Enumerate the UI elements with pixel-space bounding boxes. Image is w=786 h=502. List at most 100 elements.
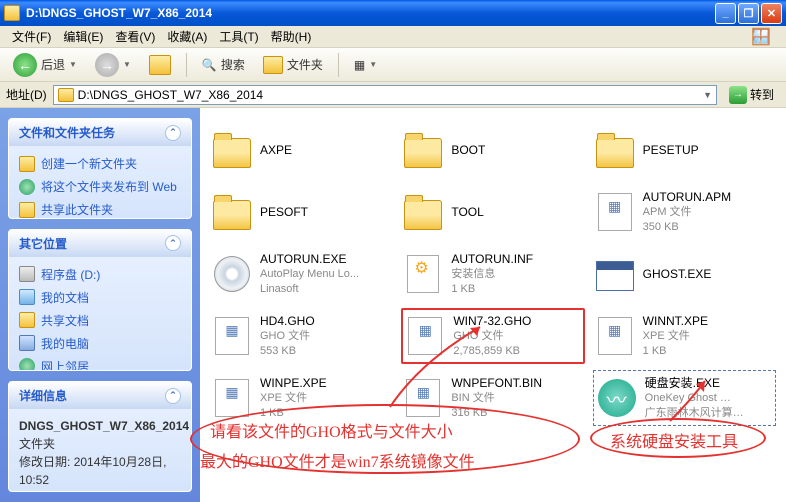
file-type: XPE 文件 xyxy=(643,329,708,344)
file-item[interactable]: 硬盘安装.EXEOneKey Ghost …广东雨林木风计算… xyxy=(593,370,776,426)
places-panel: 其它位置 ⌃ 程序盘 (D:) 我的文档 共享文档 我的电脑 网上邻居 xyxy=(8,229,192,372)
place-drive-d[interactable]: 程序盘 (D:) xyxy=(19,263,181,286)
file-size: 553 KB xyxy=(260,344,315,359)
file-item[interactable]: WNPEFONT.BINBIN 文件316 KB xyxy=(401,370,584,426)
go-button[interactable]: → 转到 xyxy=(723,84,780,106)
forward-icon: → xyxy=(95,53,119,77)
search-button[interactable]: 🔍 搜索 xyxy=(195,52,252,77)
places-panel-header[interactable]: 其它位置 ⌃ xyxy=(9,230,191,257)
file-item[interactable]: PESOFT xyxy=(210,184,393,240)
menu-view[interactable]: 查看(V) xyxy=(109,26,161,47)
place-my-computer[interactable]: 我的电脑 xyxy=(19,332,181,355)
address-label: 地址(D) xyxy=(6,86,47,103)
gho-icon xyxy=(595,316,635,356)
file-item[interactable]: PESETUP xyxy=(593,122,776,178)
file-list[interactable]: AXPE BOOT PESETUP PESOFTTOOLAUTORUN.APMAPM … xyxy=(200,108,786,502)
folder-icon xyxy=(19,156,35,172)
file-size: 广东雨林木风计算… xyxy=(645,406,744,421)
folder-up-icon xyxy=(149,55,171,75)
file-size: 350 KB xyxy=(643,220,731,235)
up-button[interactable] xyxy=(142,51,178,79)
views-button[interactable]: ▦ ▼ xyxy=(347,54,384,76)
chevron-down-icon: ▼ xyxy=(69,60,77,69)
file-item[interactable]: AUTORUN.INF安装信息1 KB xyxy=(401,246,584,302)
computer-icon xyxy=(19,335,35,351)
cd-icon xyxy=(212,254,252,294)
folder-icon xyxy=(403,192,443,232)
task-share-folder[interactable]: 共享此文件夹 xyxy=(19,198,181,219)
window-title: D:\DNGS_GHOST_W7_X86_2014 xyxy=(26,6,212,20)
win-icon xyxy=(595,254,635,294)
file-name: GHOST.EXE xyxy=(643,266,712,282)
details-panel: 详细信息 ⌃ DNGS_GHOST_W7_X86_2014 文件夹 修改日期: … xyxy=(8,381,192,492)
gho-icon xyxy=(212,378,252,418)
file-name: BOOT xyxy=(451,142,485,158)
sidebar: 文件和文件夹任务 ⌃ 创建一个新文件夹 将这个文件夹发布到 Web 共享此文件夹… xyxy=(0,108,200,502)
separator xyxy=(338,53,339,77)
file-name: WINPE.XPE xyxy=(260,375,327,391)
tasks-panel: 文件和文件夹任务 ⌃ 创建一个新文件夹 将这个文件夹发布到 Web 共享此文件夹 xyxy=(8,118,192,219)
file-name: AUTORUN.INF xyxy=(451,251,533,267)
menu-tools[interactable]: 工具(T) xyxy=(213,26,264,47)
task-new-folder[interactable]: 创建一个新文件夹 xyxy=(19,152,181,175)
file-size: 316 KB xyxy=(451,406,542,421)
file-item[interactable]: WIN7-32.GHOGHO 文件2,785,859 KB xyxy=(401,308,584,364)
maximize-button[interactable]: ❐ xyxy=(738,3,759,24)
file-type: OneKey Ghost … xyxy=(645,391,744,406)
file-item[interactable]: WINNT.XPEXPE 文件1 KB xyxy=(593,308,776,364)
file-item[interactable]: AUTORUN.EXEAutoPlay Menu Lo...Linasoft xyxy=(210,246,393,302)
file-name: HD4.GHO xyxy=(260,313,315,329)
file-item[interactable]: AXPE xyxy=(210,122,393,178)
menu-favorites[interactable]: 收藏(A) xyxy=(161,26,213,47)
details-panel-header[interactable]: 详细信息 ⌃ xyxy=(9,382,191,409)
file-name: WIN7-32.GHO xyxy=(453,313,531,329)
file-name: AUTORUN.EXE xyxy=(260,251,359,267)
file-name: PESETUP xyxy=(643,142,699,158)
folder-icon xyxy=(58,88,74,102)
chevron-down-icon: ▼ xyxy=(369,60,377,69)
folder-icon xyxy=(403,130,443,170)
back-button[interactable]: ← 后退 ▼ xyxy=(6,49,84,81)
menu-file[interactable]: 文件(F) xyxy=(6,26,57,47)
file-item[interactable]: TOOL xyxy=(401,184,584,240)
details-type: 文件夹 xyxy=(19,437,55,451)
share-icon xyxy=(19,312,35,328)
gho-icon xyxy=(405,316,445,356)
menu-help[interactable]: 帮助(H) xyxy=(265,26,318,47)
gho-icon xyxy=(403,378,443,418)
minimize-button[interactable]: _ xyxy=(715,3,736,24)
address-bar: 地址(D) D:\DNGS_GHOST_W7_X86_2014 ▼ → 转到 xyxy=(0,82,786,108)
menu-edit[interactable]: 编辑(E) xyxy=(57,26,109,47)
folders-button[interactable]: 文件夹 xyxy=(256,52,330,78)
back-icon: ← xyxy=(13,53,37,77)
file-item[interactable]: AUTORUN.APMAPM 文件350 KB xyxy=(593,184,776,240)
file-item[interactable]: HD4.GHOGHO 文件553 KB xyxy=(210,308,393,364)
task-publish-web[interactable]: 将这个文件夹发布到 Web xyxy=(19,175,181,198)
inf-icon xyxy=(403,254,443,294)
collapse-icon: ⌃ xyxy=(165,388,181,404)
file-type: GHO 文件 xyxy=(453,329,531,344)
file-size: 2,785,859 KB xyxy=(453,344,531,359)
collapse-icon: ⌃ xyxy=(165,125,181,141)
folders-icon xyxy=(263,56,283,74)
file-item[interactable]: WINPE.XPEXPE 文件1 KB xyxy=(210,370,393,426)
file-size: 1 KB xyxy=(643,344,708,359)
search-icon: 🔍 xyxy=(202,58,217,72)
file-name: WNPEFONT.BIN xyxy=(451,375,542,391)
address-input[interactable]: D:\DNGS_GHOST_W7_X86_2014 ▼ xyxy=(53,85,717,105)
forward-button[interactable]: → ▼ xyxy=(88,49,138,81)
folder-icon xyxy=(212,192,252,232)
chevron-down-icon[interactable]: ▼ xyxy=(703,90,712,100)
file-item[interactable]: BOOT xyxy=(401,122,584,178)
place-my-documents[interactable]: 我的文档 xyxy=(19,286,181,309)
file-item[interactable]: GHOST.EXE xyxy=(593,246,776,302)
file-type: XPE 文件 xyxy=(260,391,327,406)
tasks-panel-header[interactable]: 文件和文件夹任务 ⌃ xyxy=(9,119,191,146)
place-network[interactable]: 网上邻居 xyxy=(19,355,181,372)
file-type: BIN 文件 xyxy=(451,391,542,406)
close-button[interactable]: ✕ xyxy=(761,3,782,24)
titlebar-folder-icon xyxy=(4,5,20,21)
file-name: AXPE xyxy=(260,142,292,158)
file-size: 1 KB xyxy=(451,282,533,297)
place-shared-documents[interactable]: 共享文档 xyxy=(19,309,181,332)
